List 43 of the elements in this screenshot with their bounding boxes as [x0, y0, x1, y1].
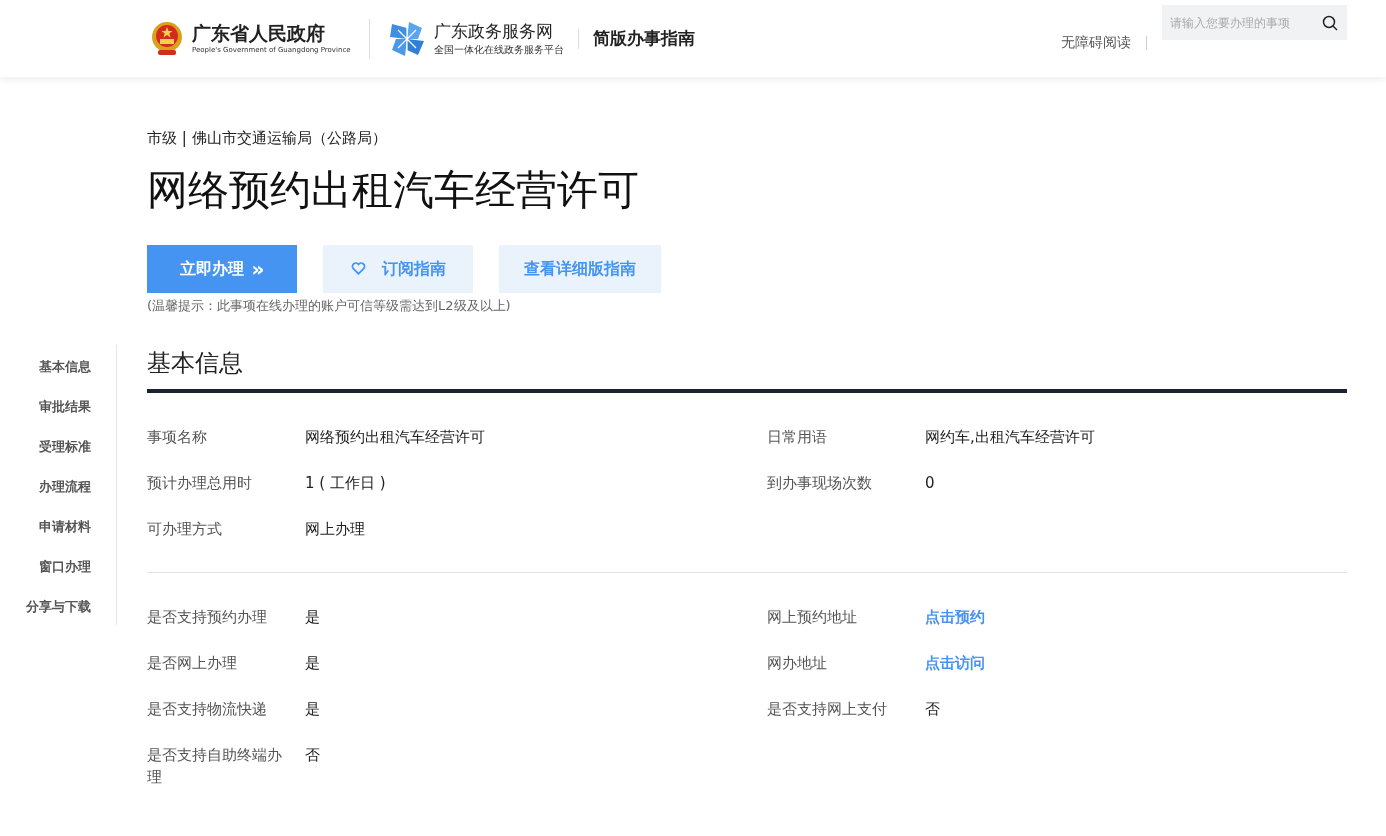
field-value: 是 [305, 699, 320, 720]
heart-icon [350, 262, 366, 275]
field-value: 否 [925, 699, 940, 720]
emblem-icon [150, 20, 184, 57]
pinwheel-logo-icon [387, 19, 426, 58]
gov-name: 广东省人民政府 [192, 21, 326, 46]
breadcrumb: 市级 | 佛山市交通运输局（公路局） [147, 128, 388, 149]
field-label: 可办理方式 [147, 519, 223, 540]
field-label: 到办事现场次数 [767, 473, 873, 494]
portal-name: 广东政务服务网 [433, 20, 554, 42]
sidebar-item[interactable]: 办理流程 [39, 477, 91, 497]
field-label: 是否支持自助终端办理 [147, 745, 283, 788]
field-value: 1 ( 工作日 ) [305, 473, 386, 494]
field-value: 0 [925, 473, 935, 494]
accessibility-link[interactable]: 无障碍阅读 [1061, 32, 1131, 53]
field-label: 事项名称 [147, 427, 208, 448]
field-value: 网络预约出租汽车经营许可 [305, 427, 485, 448]
sidebar-item[interactable]: 窗口办理 [39, 557, 91, 577]
sidebar-item[interactable]: 审批结果 [39, 397, 91, 417]
field-label: 是否支持预约办理 [147, 607, 268, 628]
tip-text: (温馨提示：此事项在线办理的账户可信等级需达到L2级及以上) [147, 296, 512, 315]
field-label: 是否支持物流快递 [147, 699, 268, 720]
field-value: 网上办理 [305, 519, 365, 540]
sidebar-item[interactable]: 受理标准 [39, 437, 91, 457]
field-label: 预计办理总用时 [147, 473, 253, 494]
sidebar-item[interactable]: 基本信息 [39, 357, 91, 377]
field-label: 网办地址 [767, 653, 828, 674]
field-value: 是 [305, 607, 320, 628]
portal-subtitle: 全国一体化在线政务服务平台 [433, 43, 564, 57]
page-heading: 简版办事指南 [592, 26, 695, 50]
search-icon[interactable] [1322, 15, 1338, 31]
sidebar-item[interactable]: 分享与下载 [26, 597, 91, 617]
field-label: 是否网上办理 [147, 653, 238, 674]
field-value: 否 [305, 745, 320, 766]
field-label: 是否支持网上支付 [767, 699, 888, 720]
sidebar-item[interactable]: 申请材料 [39, 517, 91, 537]
field-label: 日常用语 [767, 427, 828, 448]
field-value: 网约车,出租汽车经营许可 [925, 427, 1095, 448]
section-title: 基本信息 [147, 345, 1347, 393]
field-value: 是 [305, 653, 320, 674]
page-title: 网络预约出租汽车经营许可 [147, 164, 640, 216]
search-field[interactable]: 请输入您要办理的事项 [1162, 5, 1347, 40]
field-label: 网上预约地址 [767, 607, 858, 628]
